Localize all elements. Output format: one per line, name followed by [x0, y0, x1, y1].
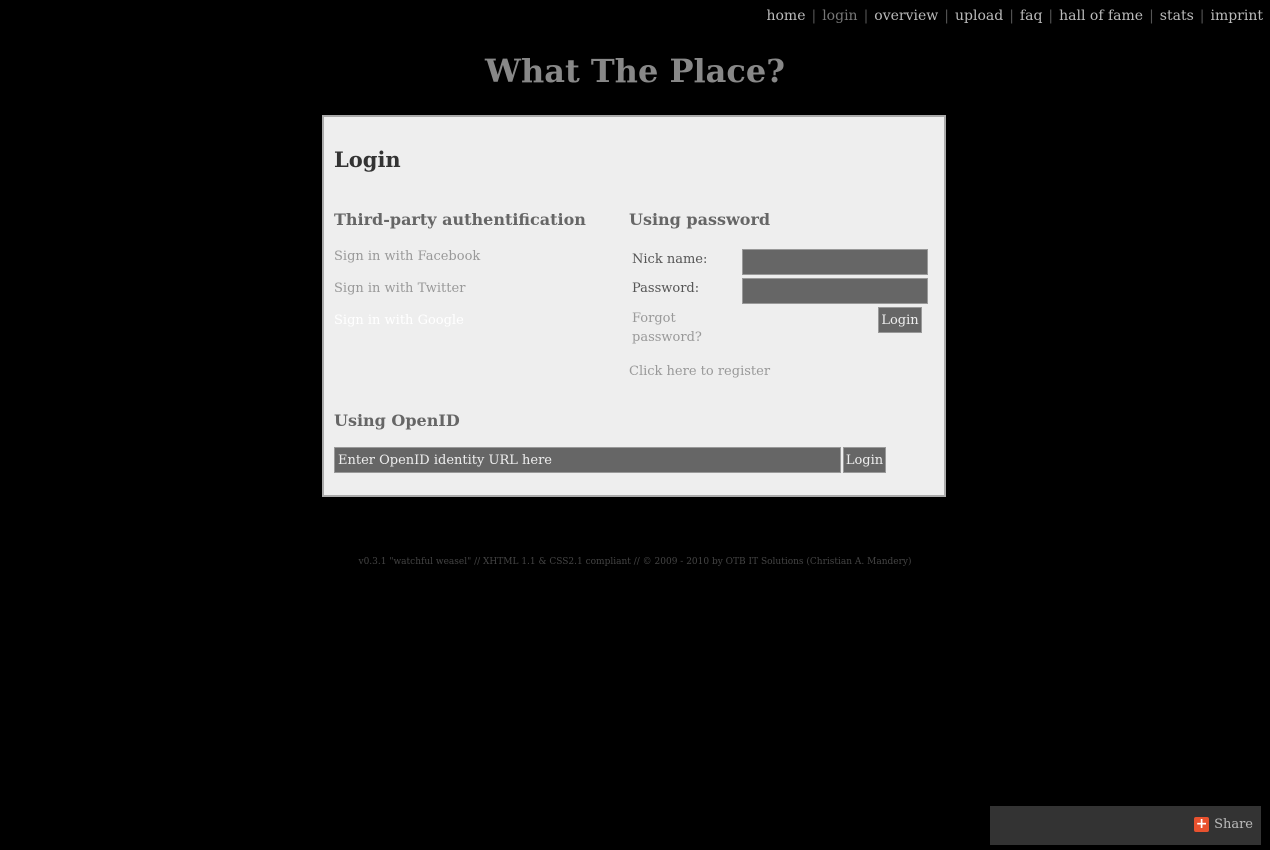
- nav-separator: |: [1009, 8, 1014, 24]
- sign-in-twitter-link[interactable]: Sign in with Twitter: [334, 281, 465, 296]
- nav-faq[interactable]: faq: [1020, 8, 1043, 24]
- site-title: What The Place?: [485, 52, 785, 90]
- footer-text: v0.3.1 "watchful weasel" // XHTML 1.1 & …: [358, 557, 912, 567]
- nav-separator: |: [1149, 8, 1154, 24]
- register-link[interactable]: Click here to register: [629, 364, 770, 379]
- top-nav: home | login | overview | upload | faq | hall of f…: [766, 8, 1263, 24]
- share-bar: + Share: [990, 806, 1261, 845]
- nav-separator: |: [863, 8, 869, 24]
- nav-stats[interactable]: stats: [1160, 8, 1194, 24]
- nav-login[interactable]: login: [822, 8, 857, 24]
- nick-name-label: Nick name:: [632, 252, 708, 267]
- third-party-heading: Third-party authentification: [334, 210, 586, 229]
- nav-home[interactable]: home: [766, 8, 805, 24]
- openid-login-button[interactable]: Login: [843, 447, 886, 473]
- share-button[interactable]: + Share: [1194, 817, 1253, 832]
- nav-separator: |: [944, 8, 949, 24]
- login-panel: Login Third-party authentification Sign …: [322, 115, 946, 497]
- sign-in-google-link[interactable]: Sign in with Google: [334, 313, 464, 328]
- nav-hall-of-fame[interactable]: hall of fame: [1059, 8, 1143, 24]
- password-input[interactable]: [742, 278, 928, 304]
- password-login-button[interactable]: Login: [878, 307, 922, 333]
- share-label: Share: [1214, 817, 1253, 832]
- nav-separator: |: [1048, 8, 1054, 24]
- password-heading: Using password: [629, 210, 771, 229]
- nav-overview[interactable]: overview: [874, 8, 938, 24]
- nav-separator: |: [1199, 8, 1205, 24]
- nav-upload[interactable]: upload: [955, 8, 1003, 24]
- password-label: Password:: [632, 281, 700, 296]
- nick-name-input[interactable]: [742, 249, 928, 275]
- nav-imprint[interactable]: imprint: [1210, 8, 1263, 24]
- forgot-password-link[interactable]: Forgot password?: [632, 309, 712, 347]
- openid-heading: Using OpenID: [334, 411, 460, 430]
- plus-icon: +: [1194, 816, 1210, 832]
- login-heading: Login: [334, 147, 401, 172]
- sign-in-facebook-link[interactable]: Sign in with Facebook: [334, 249, 480, 264]
- nav-separator: |: [811, 8, 817, 24]
- openid-url-input[interactable]: [334, 447, 841, 473]
